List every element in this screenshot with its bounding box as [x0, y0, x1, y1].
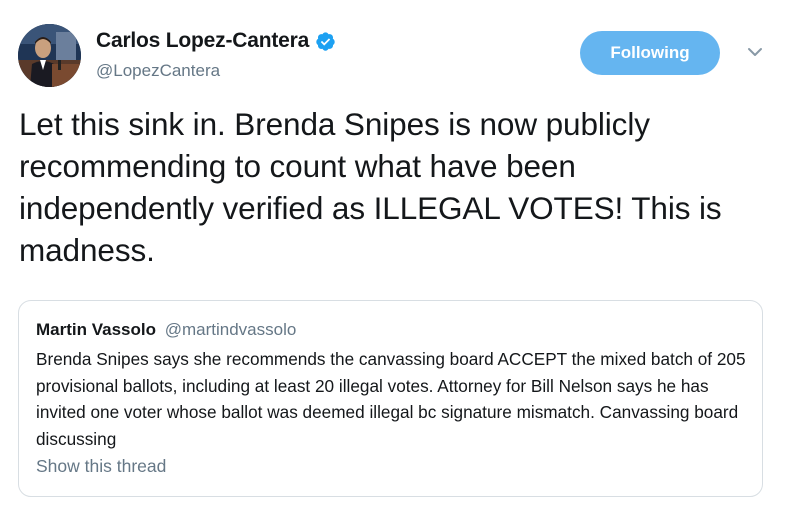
tweet-text: Let this sink in. Brenda Snipes is now p… [19, 106, 722, 268]
quoted-tweet-card[interactable]: Martin Vassolo @martindvassolo Brenda Sn… [18, 300, 763, 497]
quoted-tweet-text: Brenda Snipes says she recommends the ca… [36, 349, 746, 449]
tweet-card: Carlos Lopez-Cantera @LopezCantera Follo… [0, 0, 790, 508]
quoted-tweet-header: Martin Vassolo @martindvassolo [36, 320, 296, 340]
chevron-down-icon[interactable] [744, 44, 766, 60]
show-this-thread-link[interactable]: Show this thread [36, 456, 166, 477]
quoted-author-handle: @martindvassolo [164, 320, 297, 339]
author-avatar[interactable] [18, 24, 81, 87]
profile-photo-icon [18, 24, 81, 87]
author-name[interactable]: Carlos Lopez-Cantera [96, 29, 309, 53]
quoted-author-name: Martin Vassolo [36, 320, 156, 339]
following-button[interactable]: Following [580, 31, 720, 75]
verified-badge-icon [315, 31, 336, 52]
author-handle[interactable]: @LopezCantera [96, 61, 220, 81]
author-name-row: Carlos Lopez-Cantera [96, 28, 336, 54]
